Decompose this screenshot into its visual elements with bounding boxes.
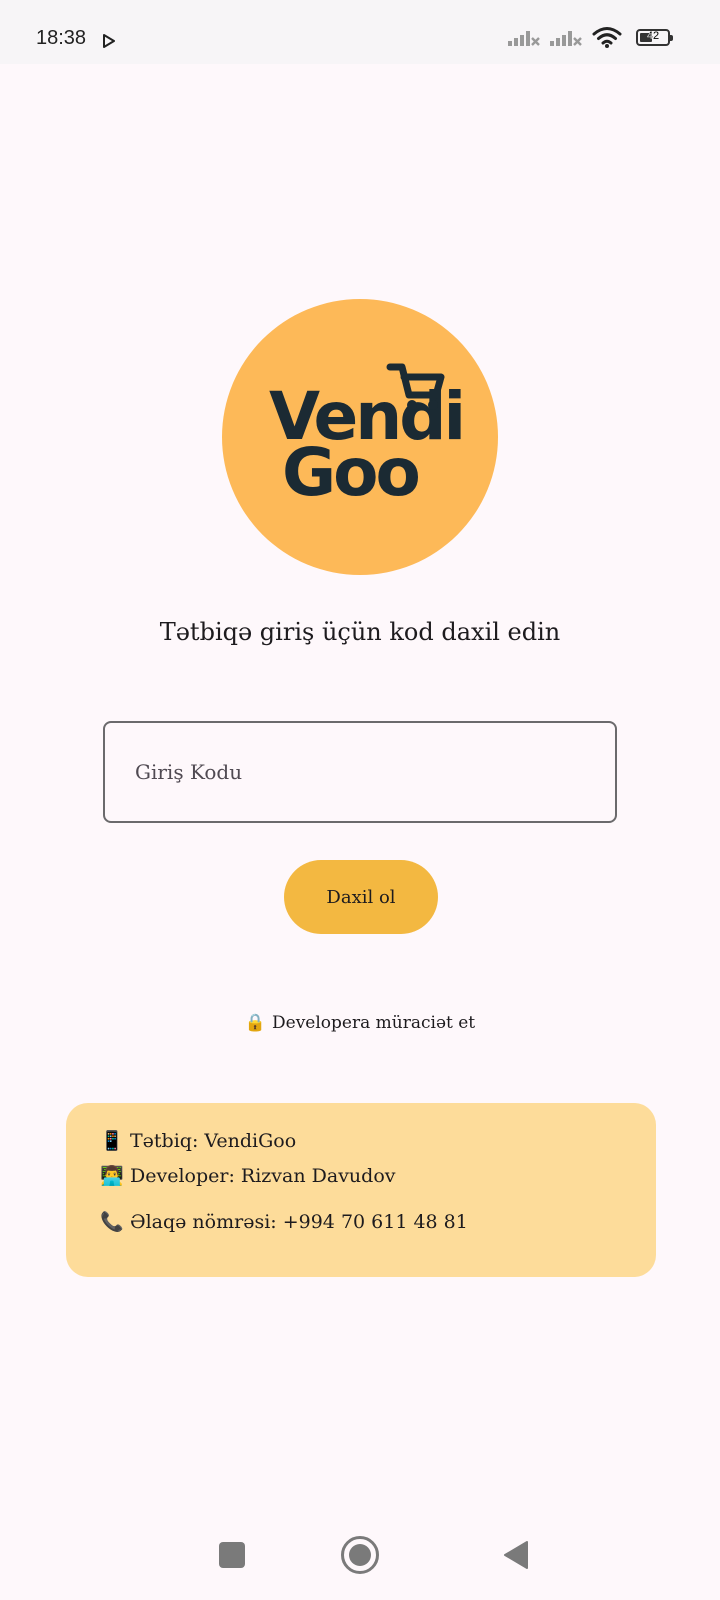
recents-icon [219,1542,245,1568]
login-code-input[interactable] [103,721,617,823]
contact-developer-label: Developera müraciət et [272,1013,476,1033]
status-time: 18:38 [36,27,87,49]
status-icons: 42 [508,26,673,48]
app-info-line: 📱 Tətbiq: VendiGoo [100,1129,296,1152]
wifi-icon [592,27,622,48]
contact-developer-link[interactable]: 🔒 Developera müraciət et [0,1013,720,1033]
technologist-icon: 👨‍💻 [100,1165,124,1187]
signal-icon [508,31,540,46]
login-prompt: Tətbiqə giriş üçün kod daxil edin [159,618,561,646]
back-icon [504,1541,528,1569]
info-card: 📱 Tətbiq: VendiGoo 👨‍💻 Developer: Rizvan D… [66,1103,656,1277]
mobile-phone-icon: 📱 [100,1130,124,1152]
logo-line-2: Goo [282,434,419,511]
developer-name: Developer: Rizvan Davudov [130,1165,396,1187]
battery-icon: 42 [636,28,673,46]
phone-info-line: 📞 Əlaqə nömrəsi: +994 70 611 48 81 [100,1210,468,1233]
play-store-icon [103,33,115,52]
lock-icon: 🔒 [244,1013,267,1033]
battery-level: 42 [646,29,660,42]
home-button[interactable] [320,1510,400,1600]
back-button[interactable] [476,1510,556,1600]
developer-info-line: 👨‍💻 Developer: Rizvan Davudov [100,1164,396,1187]
recents-button[interactable] [192,1510,272,1600]
home-icon [341,1536,379,1574]
signal-2-icon [550,31,582,46]
telephone-icon: 📞 [100,1211,124,1233]
system-nav-bar [0,1510,720,1600]
login-button[interactable]: Daxil ol [284,860,438,934]
contact-phone: Əlaqə nömrəsi: +994 70 611 48 81 [130,1211,468,1233]
app-name: Tətbiq: VendiGoo [130,1130,297,1152]
vendigoo-logo: Vendi Goo [222,299,498,575]
status-bar: 18:38 42 [0,0,720,64]
